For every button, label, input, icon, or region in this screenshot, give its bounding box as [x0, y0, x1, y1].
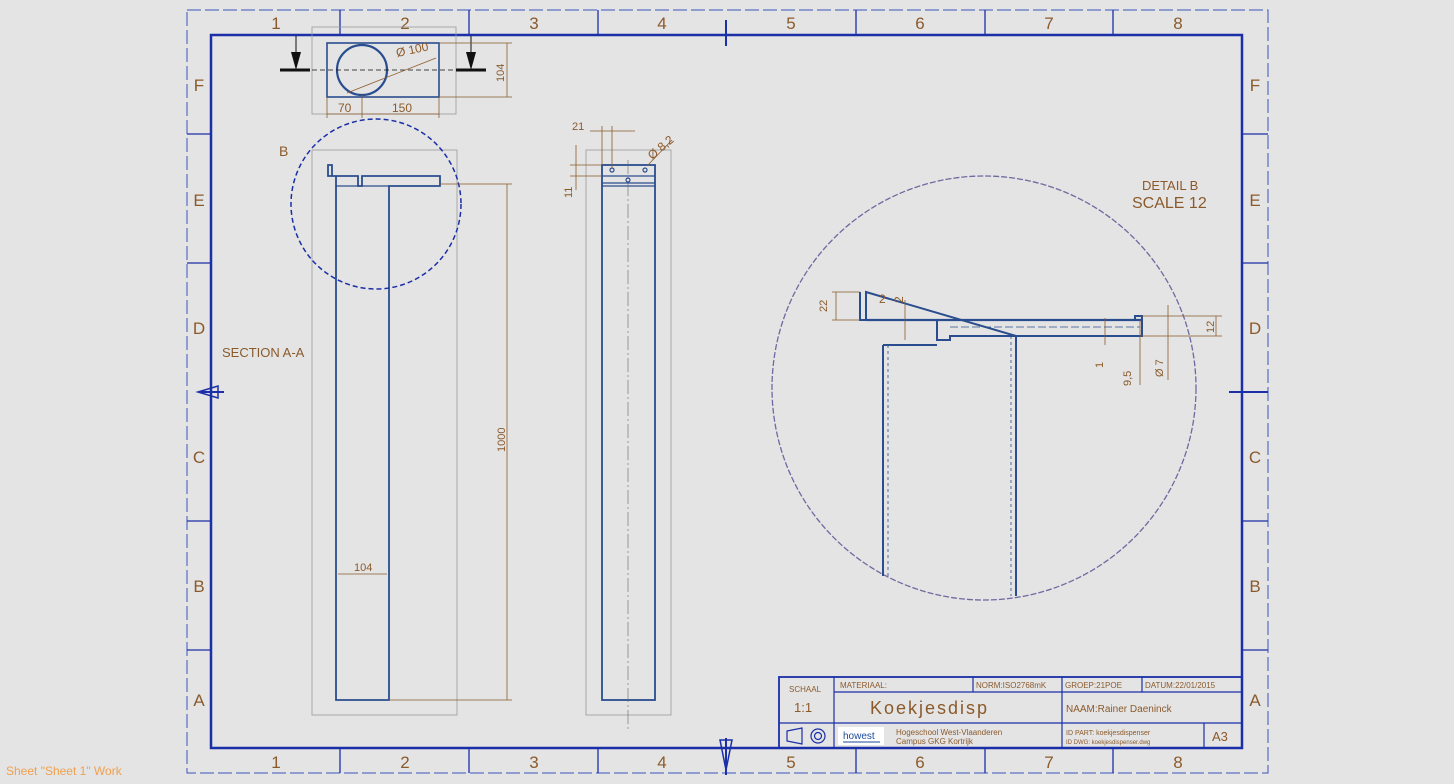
row-letter-right: A	[1249, 691, 1261, 710]
sheet-size: A3	[1212, 729, 1228, 744]
col-number-top: 7	[1044, 14, 1053, 33]
dim-11: 11	[563, 187, 575, 198]
title-block[interactable]: SCHAAL 1:1 MATERIAAL: NORM:ISO2768mK GRO…	[778, 676, 1243, 749]
col-number-top: 2	[400, 14, 409, 33]
col-number-bottom: 4	[657, 753, 666, 772]
row-letter-right: B	[1249, 577, 1260, 596]
row-letter-right: C	[1249, 448, 1261, 467]
mount-hole	[609, 167, 615, 173]
drawing-canvas[interactable]: 1 2 3 4 5 6 7 8 1 2 3 4 5 6 7 8 F E D C …	[0, 0, 1454, 784]
sheet-trim-border	[186, 9, 1269, 774]
col-number-top: 1	[271, 14, 280, 33]
section-a-a-label: SECTION A-A	[222, 345, 305, 360]
row-letter-right: F	[1250, 76, 1260, 95]
side-view[interactable]: 21 11 Ø 8,2	[563, 121, 677, 730]
materiaal-field: MATERIAAL:	[840, 681, 887, 690]
dim-detail-12: 12	[1205, 321, 1217, 333]
col-number-bottom: 2	[400, 753, 409, 772]
detail-profile	[859, 290, 1143, 596]
detail-b-scale: SCALE 12	[1132, 195, 1207, 212]
section-profile	[327, 164, 441, 701]
row-letter-left: C	[193, 448, 205, 467]
side-view-outline	[601, 164, 656, 701]
section-view-a-a[interactable]: B SECTION A-A 1000 104	[222, 118, 512, 716]
col-number-top: 5	[786, 14, 795, 33]
row-letter-left: E	[193, 191, 204, 210]
col-number-bottom: 6	[915, 753, 924, 772]
detail-b-callout-circle	[290, 118, 462, 290]
groep-field: GROEP:21POE	[1065, 681, 1122, 690]
row-letter-right: E	[1249, 191, 1260, 210]
schaal-value: 1:1	[794, 700, 812, 715]
school-campus: Campus GKG Kortrijk	[896, 737, 974, 746]
frame-grid-labels: 1 2 3 4 5 6 7 8 1 2 3 4 5 6 7 8 F E D C …	[193, 14, 1261, 772]
dim-detail-1: 1	[1094, 362, 1106, 368]
dim-hole: Ø 8,2	[645, 132, 677, 162]
dim-top-width: 150	[392, 101, 412, 115]
top-view[interactable]: Ø 100 104 70 150	[280, 26, 512, 118]
projection-symbol-icon	[786, 727, 826, 745]
id-part-field: ID PART: koekjesdispenser	[1066, 730, 1151, 737]
col-number-top: 4	[657, 14, 666, 33]
row-letter-left: A	[193, 691, 205, 710]
detail-view-b[interactable]: DETAIL B SCALE 12 22 2 2 1 9,5 Ø 7 12	[771, 175, 1222, 601]
view-boundary	[311, 26, 457, 115]
row-letter-left: F	[194, 76, 204, 95]
dim-top-height: 104	[495, 64, 507, 82]
col-number-bottom: 1	[271, 753, 280, 772]
dim-21: 21	[572, 121, 584, 133]
col-number-bottom: 5	[786, 753, 795, 772]
row-letter-left: D	[193, 319, 205, 338]
status-bar: Sheet "Sheet 1" Work	[6, 764, 122, 778]
detail-b-boundary	[771, 175, 1197, 601]
section-arrow-icon	[291, 52, 301, 70]
detail-b-ref-label: B	[279, 143, 288, 159]
view-boundary	[311, 149, 458, 716]
norm-field: NORM:ISO2768mK	[976, 681, 1047, 690]
row-letter-right: D	[1249, 319, 1261, 338]
dim-detail-2a: 2	[879, 292, 886, 306]
dim-side-height: 1000	[496, 428, 508, 452]
dim-top-left: 70	[338, 101, 352, 115]
drawing-title: Koekjesdisp	[870, 698, 989, 718]
view-boundary	[585, 149, 672, 716]
dim-detail-22: 22	[818, 300, 830, 312]
col-number-top: 6	[915, 14, 924, 33]
datum-field: DATUM:22/01/2015	[1145, 681, 1216, 690]
col-number-bottom: 7	[1044, 753, 1053, 772]
drawing-frame	[209, 33, 1244, 750]
mount-hole	[642, 167, 648, 173]
col-number-top: 8	[1173, 14, 1182, 33]
row-letter-left: B	[193, 577, 204, 596]
school-name: Hogeschool West-Vlaanderen	[896, 728, 1002, 737]
naam-field: NAAM:Rainer Daeninck	[1066, 704, 1173, 715]
frame-grid-ticks	[187, 10, 1268, 773]
dim-side-width: 104	[354, 562, 372, 574]
dim-detail-9-5: 9,5	[1122, 371, 1134, 386]
col-number-bottom: 8	[1173, 753, 1182, 772]
dim-detail-7: Ø 7	[1154, 359, 1166, 377]
section-arrow-icon	[466, 52, 476, 70]
howest-logo-text: howest	[843, 731, 875, 742]
dim-detail-2b: 2	[892, 296, 906, 303]
id-dwg-field: ID DWG: koekjesdispenser.dwg	[1066, 740, 1150, 746]
detail-b-title: DETAIL B	[1142, 178, 1198, 193]
schaal-label: SCHAAL	[789, 685, 822, 694]
col-number-bottom: 3	[529, 753, 538, 772]
col-number-top: 3	[529, 14, 538, 33]
